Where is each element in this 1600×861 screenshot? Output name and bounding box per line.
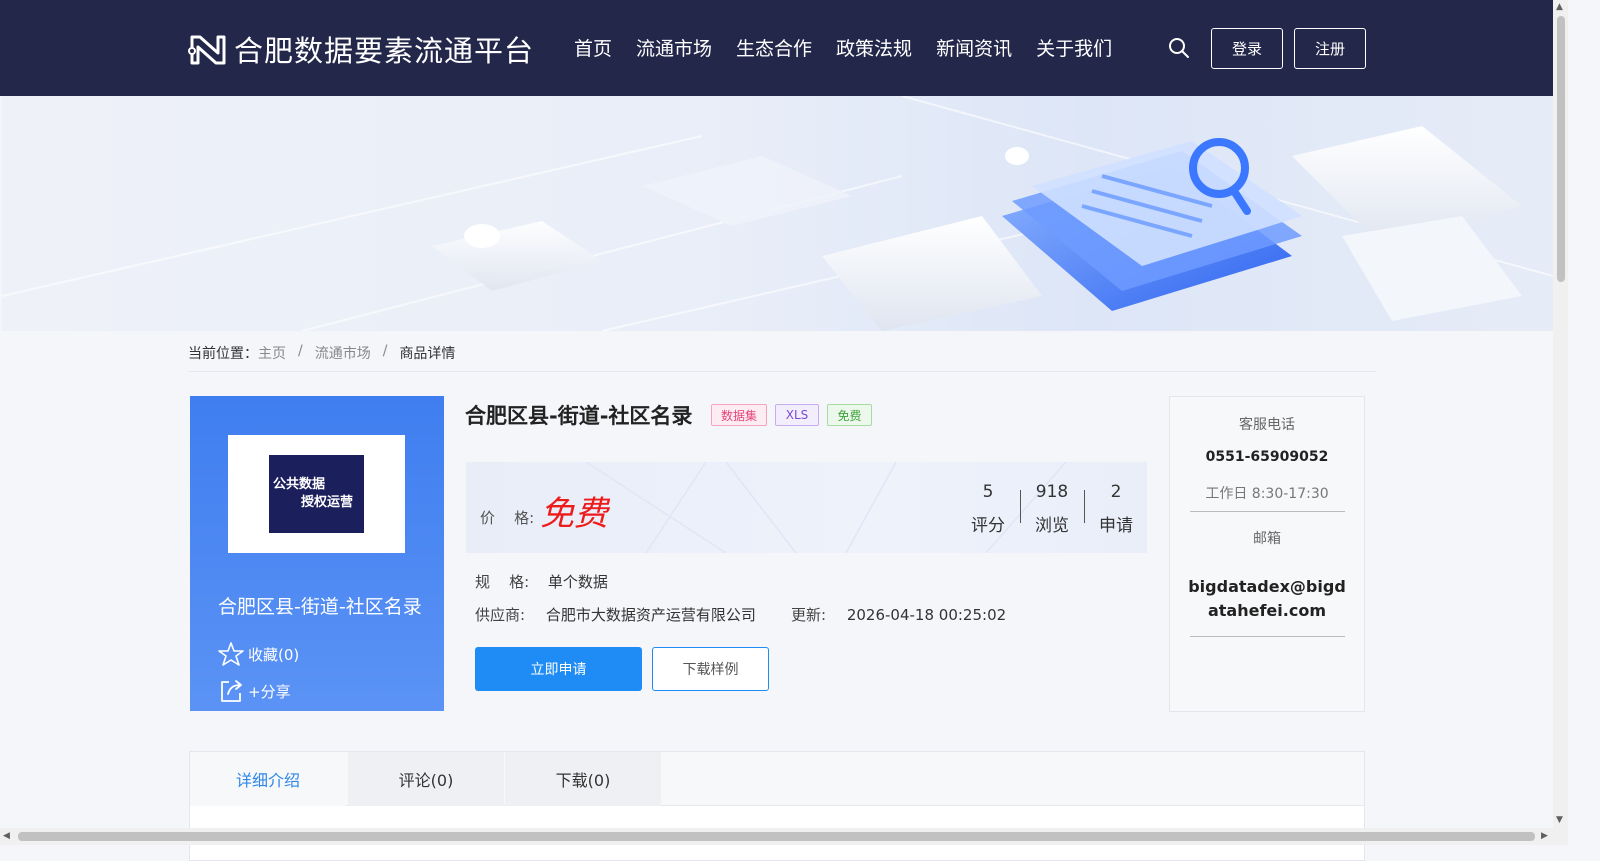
scroll-left-arrow[interactable]: ◀: [3, 831, 10, 841]
spec-row: 规 格: 单个数据: [475, 571, 608, 592]
nav-home[interactable]: 首页: [574, 34, 612, 61]
product-card-title: 合肥区县-街道-社区名录: [218, 596, 422, 618]
product-thumbnail: 公共数据 授权运营: [228, 435, 405, 553]
email-label: 邮箱: [1253, 531, 1281, 547]
email-address: bigdatadex@bigdatahefei.com: [1188, 577, 1346, 620]
favorite-button[interactable]: 收藏(0): [218, 641, 299, 667]
thumbnail-text-line1: 公共数据: [273, 477, 326, 492]
stat-applications-value: 2: [1110, 482, 1122, 502]
price-value: 免费: [540, 494, 608, 534]
tab-downloads[interactable]: 下载(0): [505, 752, 661, 806]
nav-policy[interactable]: 政策法规: [836, 34, 912, 61]
update-label: 更新:: [791, 606, 827, 624]
logo[interactable]: 合肥数据要素流通平台: [188, 28, 534, 70]
login-button[interactable]: 登录: [1211, 28, 1283, 69]
share-label: +分享: [248, 682, 291, 701]
scroll-right-arrow[interactable]: ▶: [1541, 831, 1548, 841]
breadcrumb-prefix: 当前位置：: [188, 346, 258, 362]
tag-dataset: 数据集: [711, 404, 767, 426]
supplier-label: 供应商:: [475, 606, 526, 624]
breadcrumb: 当前位置： 主页 / 流通市场 / 商品详情: [188, 343, 455, 363]
logo-icon: [188, 35, 226, 65]
update-row: 更新: 2026-04-18 00:25:02: [791, 604, 1006, 625]
thumbnail-text-line2: 授权运营: [301, 495, 354, 510]
stat-rating-value: 5: [982, 482, 994, 502]
divider: [1190, 511, 1345, 512]
vertical-scrollbar[interactable]: ▲ ▼: [1553, 0, 1568, 845]
tab-details[interactable]: 详细介绍: [190, 752, 346, 806]
share-icon: [221, 680, 242, 702]
divider: [1190, 636, 1345, 637]
stat-views-value: 918: [1035, 482, 1069, 502]
supplier-row: 供应商: 合肥市大数据资产运营有限公司: [475, 604, 756, 625]
share-button[interactable]: +分享: [218, 678, 291, 704]
star-icon: [218, 642, 244, 666]
nav-about[interactable]: 关于我们: [1036, 34, 1112, 61]
scroll-down-arrow[interactable]: ▼: [1556, 815, 1563, 825]
nav-news[interactable]: 新闻资讯: [936, 34, 1012, 61]
product-title: 合肥区县-街道-社区名录: [465, 404, 693, 428]
banner-illustration: [2, 96, 1553, 331]
stat-views-label: 浏览: [1035, 516, 1069, 536]
spec-label: 规 格:: [475, 573, 530, 591]
stat-divider: [1084, 490, 1085, 523]
customer-service-card: 客服电话 0551-65909052 工作日 8:30-17:30 邮箱 big…: [1169, 396, 1365, 712]
breadcrumb-separator: /: [298, 343, 303, 359]
stat-applications-label: 申请: [1099, 516, 1133, 536]
hero-banner: [2, 96, 1553, 331]
top-header: 合肥数据要素流通平台 首页 流通市场 生态合作 政策法规 新闻资讯 关于我们 登…: [0, 0, 1553, 96]
update-value: 2026-04-18 00:25:02: [846, 606, 1007, 624]
breadcrumb-market[interactable]: 流通市场: [315, 343, 371, 363]
nav-market[interactable]: 流通市场: [636, 34, 712, 61]
spec-value: 单个数据: [547, 573, 608, 591]
stat-views: 918 浏览: [1030, 482, 1074, 536]
tab-bar: 详细介绍 评论(0) 下载(0): [190, 752, 1364, 806]
price-panel: 价 格: 免费 5 评分 918 浏览 2 申请: [466, 462, 1147, 553]
register-button[interactable]: 注册: [1294, 28, 1366, 69]
search-icon[interactable]: [1168, 37, 1190, 59]
brand-name: 合肥数据要素流通平台: [234, 34, 535, 68]
phone-label: 客服电话: [1239, 417, 1295, 433]
tag-format: XLS: [775, 404, 819, 426]
breadcrumb-current: 商品详情: [399, 346, 456, 362]
main-nav: 首页 流通市场 生态合作 政策法规 新闻资讯 关于我们: [574, 34, 1136, 61]
horizontal-scrollbar[interactable]: ◀ ▶: [0, 828, 1553, 845]
phone-number: 0551-65909052: [1205, 449, 1329, 465]
download-sample-button[interactable]: 下载样例: [652, 647, 769, 691]
working-hours: 工作日 8:30-17:30: [1205, 486, 1329, 502]
tab-comments[interactable]: 评论(0): [348, 752, 504, 806]
breadcrumb-home[interactable]: 主页: [258, 343, 286, 363]
stat-rating: 5 评分: [966, 482, 1010, 536]
stat-applications: 2 申请: [1094, 482, 1138, 536]
price-label: 价 格:: [480, 509, 535, 527]
product-card: 公共数据 授权运营 合肥区县-街道-社区名录 收藏(0) +分享: [190, 396, 444, 711]
nav-ecosystem[interactable]: 生态合作: [736, 34, 812, 61]
thumbnail-image: 公共数据 授权运营: [269, 455, 364, 533]
stat-rating-label: 评分: [971, 516, 1005, 536]
vertical-scroll-thumb[interactable]: [1557, 16, 1565, 282]
stat-divider: [1020, 490, 1021, 523]
supplier-value: 合肥市大数据资产运营有限公司: [545, 606, 756, 624]
favorite-label: 收藏(0): [248, 645, 300, 664]
divider: [188, 371, 1376, 372]
apply-button[interactable]: 立即申请: [475, 647, 642, 691]
scroll-up-arrow[interactable]: ▲: [1556, 2, 1563, 12]
horizontal-scroll-thumb[interactable]: [18, 832, 1535, 841]
tag-free: 免费: [827, 404, 872, 426]
breadcrumb-separator: /: [382, 343, 388, 359]
